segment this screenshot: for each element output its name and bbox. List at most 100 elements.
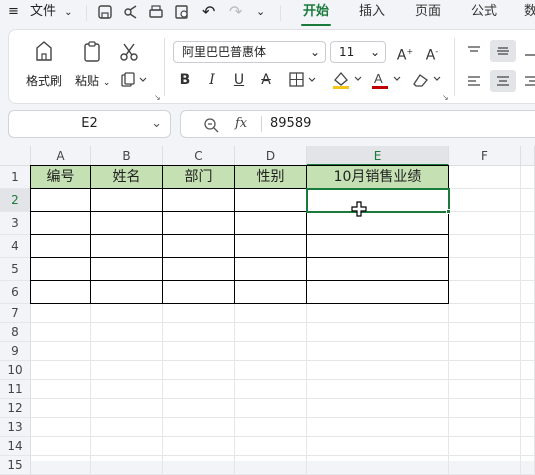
align-middle-button[interactable]	[490, 40, 516, 62]
paste-button[interactable]: 粘贴 ⌄	[75, 72, 110, 89]
cell[interactable]	[31, 380, 91, 399]
cell[interactable]	[449, 399, 521, 418]
row-header-1[interactable]: 1	[0, 166, 31, 189]
header-cell[interactable]: 部门	[163, 166, 235, 189]
row-header-7[interactable]: 7	[0, 304, 31, 323]
cell[interactable]	[521, 456, 535, 475]
column-header-d[interactable]: D	[235, 146, 307, 166]
name-box[interactable]: E2 ⌄	[8, 110, 171, 138]
strikethrough-icon[interactable]: A	[257, 70, 275, 90]
cell[interactable]	[521, 380, 535, 399]
cell[interactable]	[521, 235, 535, 258]
cell[interactable]	[91, 235, 163, 258]
align-left-icon[interactable]	[466, 74, 482, 88]
cell[interactable]	[449, 235, 521, 258]
cell[interactable]	[235, 361, 307, 380]
border-icon[interactable]	[288, 72, 320, 88]
cell[interactable]	[91, 304, 163, 323]
row-header-9[interactable]: 9	[0, 342, 31, 361]
cell[interactable]	[235, 323, 307, 342]
zoom-icon[interactable]	[203, 117, 219, 133]
cell[interactable]	[449, 212, 521, 235]
row-header-13[interactable]: 13	[0, 418, 31, 437]
cell[interactable]	[31, 304, 91, 323]
cell[interactable]	[307, 456, 449, 475]
cell[interactable]	[449, 281, 521, 304]
cell[interactable]	[163, 437, 235, 456]
increase-font-icon[interactable]: A+	[396, 42, 414, 66]
align-center-button[interactable]	[490, 70, 516, 92]
cell[interactable]	[449, 342, 521, 361]
cell[interactable]	[31, 399, 91, 418]
row-header-11[interactable]: 11	[0, 380, 31, 399]
font-color-icon[interactable]: A	[370, 70, 404, 90]
cell[interactable]	[91, 437, 163, 456]
column-header-c[interactable]: C	[163, 146, 235, 166]
cell[interactable]	[235, 281, 307, 304]
menu-icon[interactable]: ≡	[8, 0, 19, 26]
tab-home[interactable]: 开始	[303, 0, 329, 26]
tab-data[interactable]: 数	[524, 0, 535, 26]
print-icon[interactable]	[147, 3, 165, 21]
cell[interactable]	[31, 418, 91, 437]
cell[interactable]	[521, 281, 535, 304]
cell[interactable]	[449, 166, 521, 189]
underline-icon[interactable]: U	[230, 70, 248, 90]
column-header-g[interactable]	[521, 146, 535, 166]
cell[interactable]	[449, 189, 521, 212]
cell[interactable]	[31, 437, 91, 456]
cell[interactable]	[163, 212, 235, 235]
cell[interactable]	[163, 304, 235, 323]
cell[interactable]	[521, 304, 535, 323]
cell[interactable]	[163, 380, 235, 399]
cell[interactable]	[307, 304, 449, 323]
cell[interactable]	[163, 258, 235, 281]
cell[interactable]	[163, 323, 235, 342]
cell[interactable]	[91, 342, 163, 361]
cell[interactable]	[235, 456, 307, 475]
row-header-6[interactable]: 6	[0, 281, 31, 304]
cell[interactable]	[307, 418, 449, 437]
font-family-select[interactable]: 阿里巴巴普惠体 ⌄	[173, 41, 326, 63]
row-header-3[interactable]: 3	[0, 212, 31, 235]
cell[interactable]	[31, 189, 91, 212]
italic-icon[interactable]: I	[203, 70, 221, 90]
column-header-b[interactable]: B	[91, 146, 163, 166]
cell[interactable]	[521, 212, 535, 235]
save-icon[interactable]	[96, 3, 114, 21]
font-size-select[interactable]: 11 ⌄	[330, 41, 386, 63]
row-header-2[interactable]: 2	[0, 189, 31, 212]
cell[interactable]	[163, 418, 235, 437]
share-icon[interactable]	[122, 3, 140, 21]
select-all-corner[interactable]	[0, 146, 31, 166]
copy-icon[interactable]	[120, 72, 148, 88]
cell[interactable]	[521, 189, 535, 212]
cell[interactable]	[31, 342, 91, 361]
cell[interactable]	[31, 323, 91, 342]
cell[interactable]	[31, 258, 91, 281]
cell[interactable]	[163, 361, 235, 380]
decrease-font-icon[interactable]: A-	[423, 42, 441, 66]
cell[interactable]	[91, 380, 163, 399]
cell[interactable]	[307, 235, 449, 258]
cell[interactable]	[91, 281, 163, 304]
cell[interactable]	[163, 456, 235, 475]
undo-icon[interactable]: ↶	[202, 0, 215, 26]
cell[interactable]	[31, 281, 91, 304]
format-painter-icon[interactable]	[33, 40, 55, 64]
cell[interactable]	[163, 235, 235, 258]
cell[interactable]	[91, 323, 163, 342]
cell[interactable]	[449, 361, 521, 380]
cell[interactable]	[31, 361, 91, 380]
cell[interactable]	[449, 380, 521, 399]
column-header-f[interactable]: F	[449, 146, 521, 166]
cell[interactable]	[449, 437, 521, 456]
bold-icon[interactable]: B	[176, 70, 194, 90]
fill-color-icon[interactable]	[331, 70, 365, 90]
cell[interactable]	[521, 342, 535, 361]
cell[interactable]	[307, 212, 449, 235]
cut-icon[interactable]	[119, 42, 139, 62]
paste-icon[interactable]	[81, 40, 103, 64]
cell[interactable]	[449, 304, 521, 323]
cell[interactable]	[307, 399, 449, 418]
